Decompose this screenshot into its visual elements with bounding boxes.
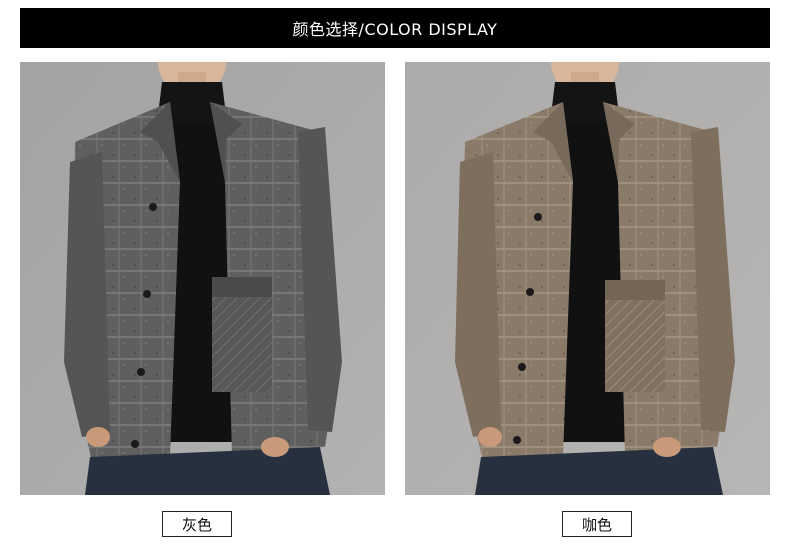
color-label-grey-text: 灰色 <box>181 515 212 534</box>
banner-title: 颜色选择/COLOR DISPLAY <box>292 20 498 39</box>
brown-jacket-photo <box>405 62 770 495</box>
color-label-brown-text: 咖色 <box>581 515 612 534</box>
grey-jacket-photo <box>20 62 385 495</box>
color-display-banner: 颜色选择/COLOR DISPLAY <box>20 8 770 48</box>
color-label-brown: 咖色 <box>562 511 632 537</box>
color-label-grey: 灰色 <box>162 511 232 537</box>
